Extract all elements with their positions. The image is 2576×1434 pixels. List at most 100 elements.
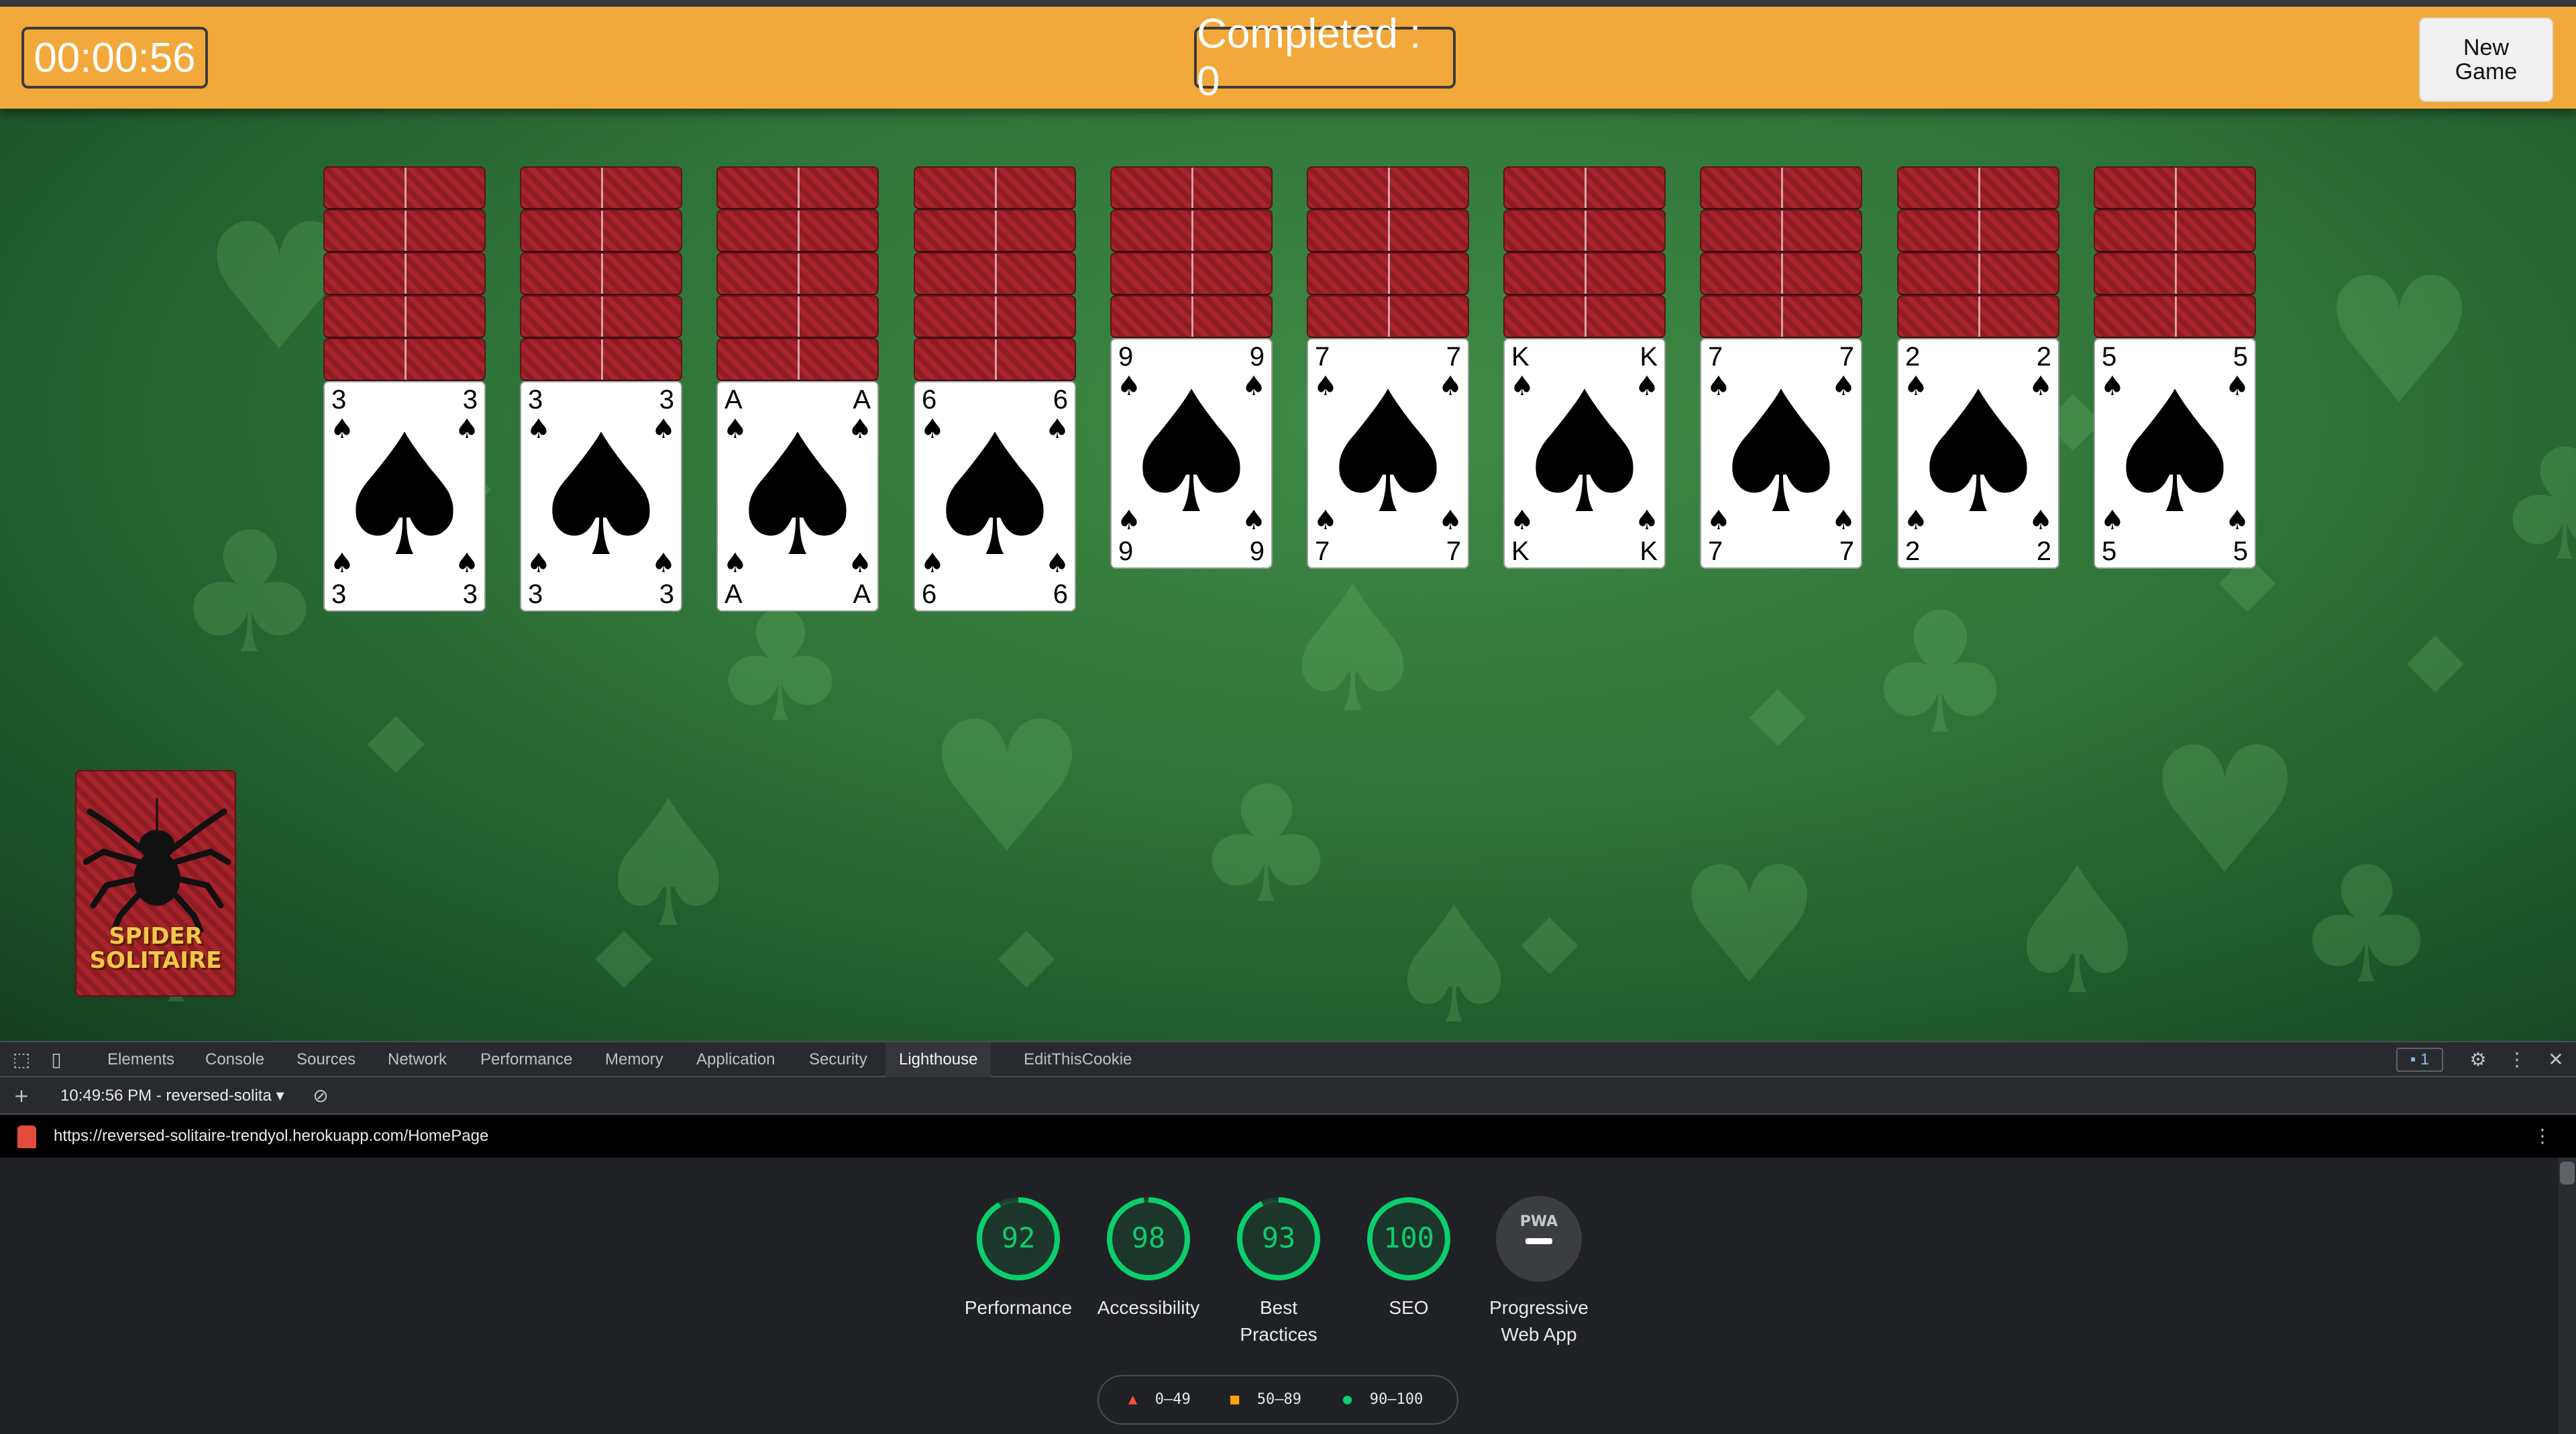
legend-average-label: 50–89 [1256,1391,1301,1408]
legend-pass-label: 90–100 [1369,1391,1424,1408]
face-down-card [520,338,682,381]
face-up-card[interactable]: 9 9 9 9 ♠ ♠ ♠ ♠ ♠ [1110,338,1273,569]
felt-suit-pattern: ♥ [926,682,1089,893]
felt-suit-pattern: ♣ [174,496,325,691]
face-down-card [1110,166,1273,209]
face-down-card [1307,166,1469,209]
score-gauge[interactable]: 92 [975,1195,1062,1282]
face-down-card [1700,209,1862,252]
legend-fail-label: 0–49 [1155,1391,1191,1408]
legend-fail: ▲ 0–49 [1128,1376,1191,1423]
felt-diamond-pattern [2406,635,2464,693]
report-selector[interactable]: 10:49:56 PM - reversed-solita ▾ [60,1077,284,1115]
face-down-card [2094,252,2256,295]
face-down-card [2094,209,2256,252]
device-toolbar-icon[interactable]: ▯ [44,1048,68,1072]
score-gauge[interactable]: 100 [1365,1195,1452,1282]
stock-logo-line2: SOLITAIRE [89,947,222,974]
gauge-score: 100 [1383,1221,1434,1254]
face-down-card [2094,295,2256,338]
tab-sources[interactable]: Sources [297,1042,356,1077]
felt-suit-pattern: ♥ [2321,241,2478,443]
card-center-spade-icon: ♠ [2099,355,2251,551]
felt-suit-pattern: ♥ [2147,710,2304,913]
lighthouse-icon [17,1125,36,1148]
score-gauge[interactable]: 93 [1235,1195,1322,1282]
face-up-card[interactable]: 5 5 5 5 ♠ ♠ ♠ ♠ ♠ [2094,338,2256,569]
face-down-card [1503,209,1666,252]
felt-suit-pattern: ♣ [2496,417,2576,596]
face-down-card [323,209,486,252]
face-down-card [1503,252,1666,295]
face-down-card [520,295,682,338]
clear-reports-icon[interactable]: ⊘ [309,1084,333,1108]
felt-suit-pattern: ♠ [1382,872,1527,1041]
face-up-card[interactable]: K K K K ♠ ♠ ♠ ♠ ♠ [1503,338,1666,569]
face-up-card[interactable]: 2 2 2 2 ♠ ♠ ♠ ♠ ♠ [1897,338,2059,569]
pwa-badge[interactable]: PWA [1495,1195,1582,1282]
felt-suit-pattern: ♠ [590,764,747,967]
tab-lighthouse[interactable]: Lighthouse [885,1042,991,1077]
tab-memory[interactable]: Memory [605,1042,663,1077]
gauge-label: Best Practices [1240,1297,1318,1345]
gauge-label: SEO [1389,1297,1429,1318]
report-scrollbar[interactable] [2559,1158,2576,1434]
circle-icon: ● [1343,1391,1352,1408]
face-down-card [1897,252,2059,295]
face-down-card [1897,295,2059,338]
inspect-element-icon[interactable]: ⬚ [9,1048,34,1072]
face-down-card [1503,295,1666,338]
face-up-card[interactable]: A A A A ♠ ♠ ♠ ♠ ♠ [716,381,879,612]
legend-pass: ● 90–100 [1343,1376,1423,1423]
triangle-icon: ▲ [1128,1391,1138,1408]
face-down-card [520,252,682,295]
face-up-card[interactable]: 7 7 7 7 ♠ ♠ ♠ ♠ ♠ [1307,338,1469,569]
stock-logo-line1: SPIDER [109,923,203,950]
face-down-card [1307,209,1469,252]
face-down-card [2094,166,2256,209]
gauge-score: 92 [1002,1221,1036,1254]
felt-diamond-pattern [1749,689,1807,747]
devtools-tab-bar: ⬚ ▯ Elements Console Sources Network Perform… [0,1041,2576,1077]
settings-gear-icon[interactable]: ⚙ [2466,1048,2490,1072]
tab-elements[interactable]: Elements [107,1042,174,1077]
more-options-icon[interactable]: ⋮ [2505,1048,2529,1072]
tab-performance[interactable]: Performance [480,1042,572,1077]
face-down-card [716,338,879,381]
stock-pile[interactable]: SPIDER SOLITAIRE [75,770,236,997]
report-url-bar: https://reversed-solitaire-trendyol.hero… [0,1115,2576,1158]
square-icon: ■ [1230,1391,1240,1408]
tab-network[interactable]: Network [388,1042,447,1077]
report-menu-icon[interactable]: ⋮ [2530,1124,2555,1148]
face-up-card[interactable]: 7 7 7 7 ♠ ♠ ♠ ♠ ♠ [1700,338,1862,569]
close-devtools-icon[interactable]: ✕ [2544,1048,2568,1072]
face-up-card[interactable]: 3 3 3 3 ♠ ♠ ♠ ♠ ♠ [520,381,682,612]
tab-console[interactable]: Console [205,1042,264,1077]
report-selector-label: 10:49:56 PM - reversed-solita [60,1087,272,1105]
new-report-plus-icon[interactable]: + [9,1084,34,1108]
felt-diamond-pattern [1521,917,1578,975]
felt-suit-pattern: ♣ [1194,751,1339,939]
felt-suit-pattern: ♣ [711,577,850,757]
score-gauge[interactable]: 98 [1105,1195,1192,1282]
pwa-label: Progressive Web App [1489,1297,1589,1345]
new-game-button[interactable]: New Game [2419,17,2553,102]
top-bar: 00:00:56 Completed : 0 New Game [0,7,2576,109]
tab-application[interactable]: Application [696,1042,775,1077]
report-scrollbar-thumb[interactable] [2560,1162,2575,1184]
card-center-spade-icon: ♠ [722,398,873,594]
face-up-card[interactable]: 6 6 6 6 ♠ ♠ ♠ ♠ ♠ [914,381,1076,612]
face-up-card[interactable]: 3 3 3 3 ♠ ♠ ♠ ♠ ♠ [323,381,486,612]
card-center-spade-icon: ♠ [1312,355,1464,551]
face-down-card [323,338,486,381]
face-down-card [1897,209,2059,252]
face-down-card [323,252,486,295]
legend-average: ■ 50–89 [1230,1376,1301,1423]
tab-security[interactable]: Security [809,1042,867,1077]
report-url[interactable]: https://reversed-solitaire-trendyol.hero… [54,1115,488,1158]
face-down-card [323,295,486,338]
tab-editthiscookie[interactable]: EditThisCookie [1024,1042,1132,1077]
face-down-card [1110,209,1273,252]
face-down-card [1700,166,1862,209]
message-count-badge[interactable]: ▪ 1 [2396,1048,2443,1072]
